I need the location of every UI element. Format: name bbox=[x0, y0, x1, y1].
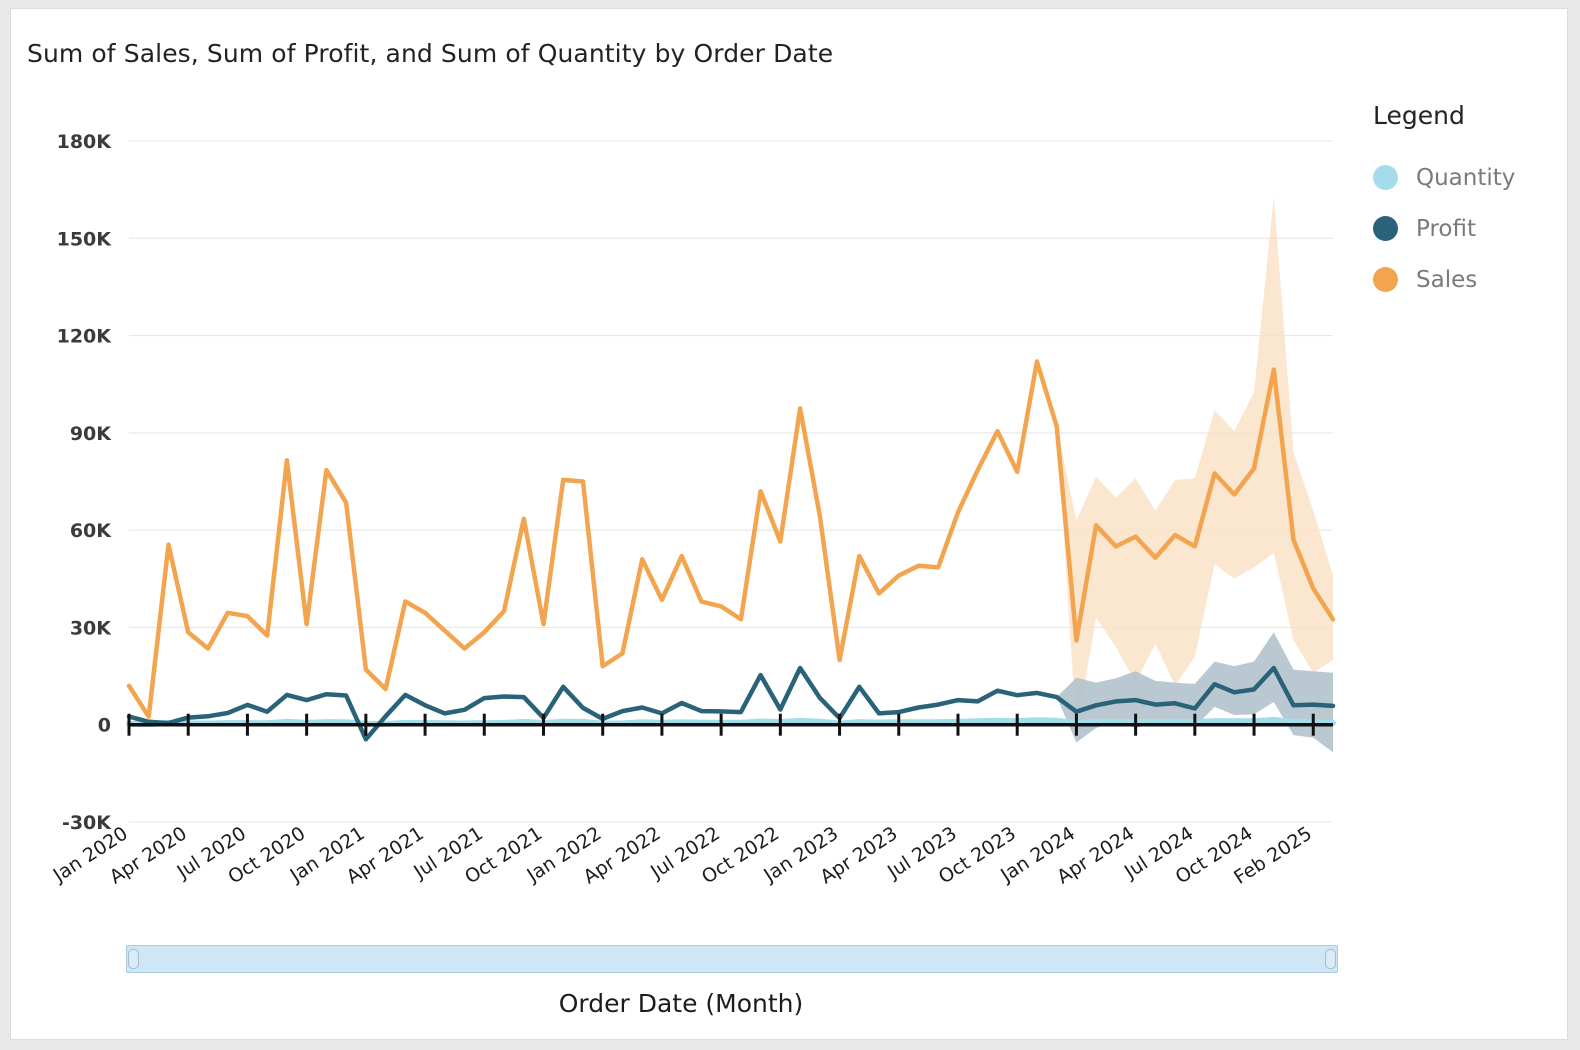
y-axis-tick-labels: 180K 150K 120K 90K 60K 30K 0 -30K bbox=[57, 131, 113, 834]
legend-item-sales[interactable]: Sales bbox=[1373, 254, 1573, 305]
legend-item-profit[interactable]: Profit bbox=[1373, 203, 1573, 254]
visualization-card: Sum of Sales, Sum of Profit, and Sum of … bbox=[10, 8, 1568, 1040]
y-axis-tick-label: 120K bbox=[57, 326, 113, 348]
legend-title: Legend bbox=[1373, 101, 1573, 130]
forecast-band-group bbox=[1057, 196, 1333, 752]
date-range-slider[interactable] bbox=[126, 945, 1338, 973]
legend-panel: Legend Quantity Profit Sales bbox=[1373, 101, 1573, 305]
y-axis-tick-label: 180K bbox=[57, 131, 113, 153]
y-axis-tick-label: 90K bbox=[70, 423, 112, 445]
legend-dot-icon bbox=[1373, 165, 1398, 190]
legend-dot-icon bbox=[1373, 267, 1398, 292]
y-axis-tick-label: 0 bbox=[98, 715, 111, 737]
chart-plot-area[interactable]: 180K 150K 120K 90K 60K 30K 0 -30K Jan 2020Apr 2… bbox=[11, 9, 1351, 929]
legend-item-label: Sales bbox=[1416, 267, 1477, 293]
legend-dot-icon bbox=[1373, 216, 1398, 241]
range-handle-right-icon[interactable] bbox=[1325, 949, 1336, 969]
legend-item-label: Profit bbox=[1416, 216, 1476, 242]
y-axis-tick-label: -30K bbox=[62, 812, 112, 834]
range-handle-left-icon[interactable] bbox=[128, 949, 139, 969]
y-axis-tick-label: 60K bbox=[70, 520, 112, 542]
x-axis-tick-labels: Jan 2020Apr 2020Jul 2020Oct 2020Jan 2021… bbox=[49, 822, 1316, 888]
y-axis-tick-label: 150K bbox=[57, 228, 113, 250]
x-axis-title: Order Date (Month) bbox=[11, 989, 1351, 1018]
legend-item-quantity[interactable]: Quantity bbox=[1373, 152, 1573, 203]
legend-item-label: Quantity bbox=[1416, 165, 1515, 191]
y-axis-tick-label: 30K bbox=[70, 617, 112, 639]
